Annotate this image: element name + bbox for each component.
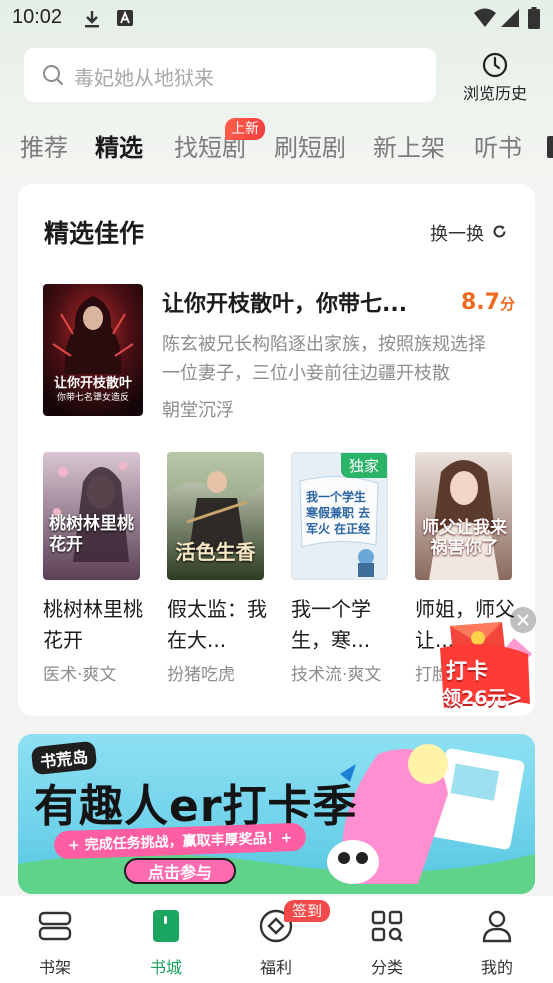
refresh-button[interactable]: 换一换: [430, 220, 484, 246]
book-tag: 医术·爽文: [43, 665, 117, 685]
book-cover[interactable]: 师父让我来祸害你了: [415, 452, 512, 580]
clock-icon: [482, 52, 508, 82]
battery-icon: [528, 7, 540, 33]
font-icon: [116, 9, 134, 31]
exclusive-badge: 独家: [340, 453, 387, 478]
book-cover-text: 桃树林里桃花开: [49, 514, 134, 555]
score-value: 8.7: [461, 290, 500, 315]
checkin-reward-label: 领26元>: [442, 687, 523, 709]
tab-audiobooks[interactable]: 听书: [474, 128, 522, 163]
nav-label: 福利: [259, 958, 292, 977]
nav-bookshelf[interactable]: 书架: [20, 906, 90, 977]
book-item[interactable]: 我一个学生 寒假兼职 去军火 在正经 独家 我一个学生，寒... 技术流·爽文: [291, 452, 389, 685]
featured-book-title[interactable]: 让你开枝散叶，你带七...: [162, 286, 442, 318]
search-icon: [42, 64, 64, 90]
book-title: 我一个学生，寒...: [291, 597, 371, 652]
nav-label: 分类: [370, 958, 403, 977]
new-badge: 上新: [225, 118, 265, 140]
nav-bookstore[interactable]: 书城: [131, 906, 201, 977]
featured-book-author: 朝堂沉浮: [162, 400, 234, 421]
book-title: 桃树林里桃花开: [43, 597, 143, 652]
browse-history-button[interactable]: 浏览历史: [458, 52, 532, 104]
browse-history-label: 浏览历史: [462, 84, 527, 103]
refresh-icon[interactable]: [492, 224, 507, 243]
book-cover[interactable]: 活色生香: [167, 452, 264, 580]
banner-title: 有趣人er打卡季: [34, 781, 358, 832]
tab-featured[interactable]: 精选: [95, 128, 143, 163]
bottom-navigation: 书架 书城 福利 分类 我的: [0, 896, 553, 983]
score-unit: 分: [499, 295, 515, 313]
tab-recommend[interactable]: 推荐: [20, 128, 68, 163]
book-cover[interactable]: 桃树林里桃花开: [43, 452, 140, 580]
tab-watch-short-drama[interactable]: 刷短剧: [274, 128, 346, 163]
book-tag: 扮猪吃虎: [167, 665, 235, 685]
status-time: 10:02: [12, 6, 63, 28]
promo-banner[interactable]: 书荒岛 有趣人er打卡季 + 完成任务挑战，赢取丰厚奖品！+ 点击参与: [18, 734, 535, 894]
nav-category[interactable]: 分类: [352, 906, 422, 977]
book-item[interactable]: 活色生香 假太监：我在大... 扮猪吃虎: [167, 452, 267, 685]
category-icon: [369, 908, 405, 948]
nav-label: 书架: [38, 958, 71, 977]
signal-icon: [500, 8, 520, 32]
book-cover-text: 活色生香: [175, 540, 256, 564]
wifi-icon: [474, 8, 496, 32]
book-cover[interactable]: 我一个学生 寒假兼职 去军火 在正经 独家: [291, 452, 388, 580]
book-title: 假太监：我在大...: [167, 597, 267, 652]
book-cover-text: 我一个学生 寒假兼职 去军火 在正经: [306, 490, 371, 536]
download-icon: [82, 9, 102, 33]
featured-book-description: 陈玄被兄长构陷逐出家族，按照族规选择一位妻子，三位小妾前往边疆开枝散叶。...: [162, 334, 486, 384]
bookstore-icon: [148, 908, 184, 948]
book-tag: 技术流·爽文: [291, 665, 382, 685]
featured-book-cover[interactable]: 让你开枝散叶 你带七名犟女造反: [43, 284, 143, 416]
nav-profile[interactable]: 我的: [462, 906, 532, 977]
bookshelf-icon: [37, 908, 73, 948]
status-bar: 10:02: [0, 0, 553, 38]
nav-label: 书城: [149, 958, 182, 977]
search-placeholder: 毒妃她从地狱来: [74, 66, 214, 90]
nav-label: 我的: [480, 958, 513, 977]
search-input[interactable]: 毒妃她从地狱来: [24, 48, 436, 102]
tab-new-arrivals[interactable]: 新上架: [373, 128, 445, 163]
profile-icon: [479, 908, 515, 948]
banner-join-button[interactable]: 点击参与: [124, 858, 236, 884]
featured-cover-text-1: 让你开枝散叶: [53, 376, 132, 391]
tab-overflow-edge: [547, 136, 553, 158]
book-item[interactable]: 桃树林里桃花开 桃树林里桃花开 医术·爽文: [43, 452, 143, 685]
checkin-badge: 签到: [284, 900, 331, 922]
category-tabs: 推荐 精选 找短剧 刷短剧 新上架 听书: [0, 122, 553, 172]
checkin-label: 打卡: [446, 659, 488, 683]
featured-cover-text-2: 你带七名犟女造反: [56, 393, 129, 403]
section-title: 精选佳作: [44, 219, 145, 248]
book-cover-text: 师父让我来祸害你了: [422, 518, 507, 558]
featured-book-score: 8.7分: [461, 290, 515, 315]
